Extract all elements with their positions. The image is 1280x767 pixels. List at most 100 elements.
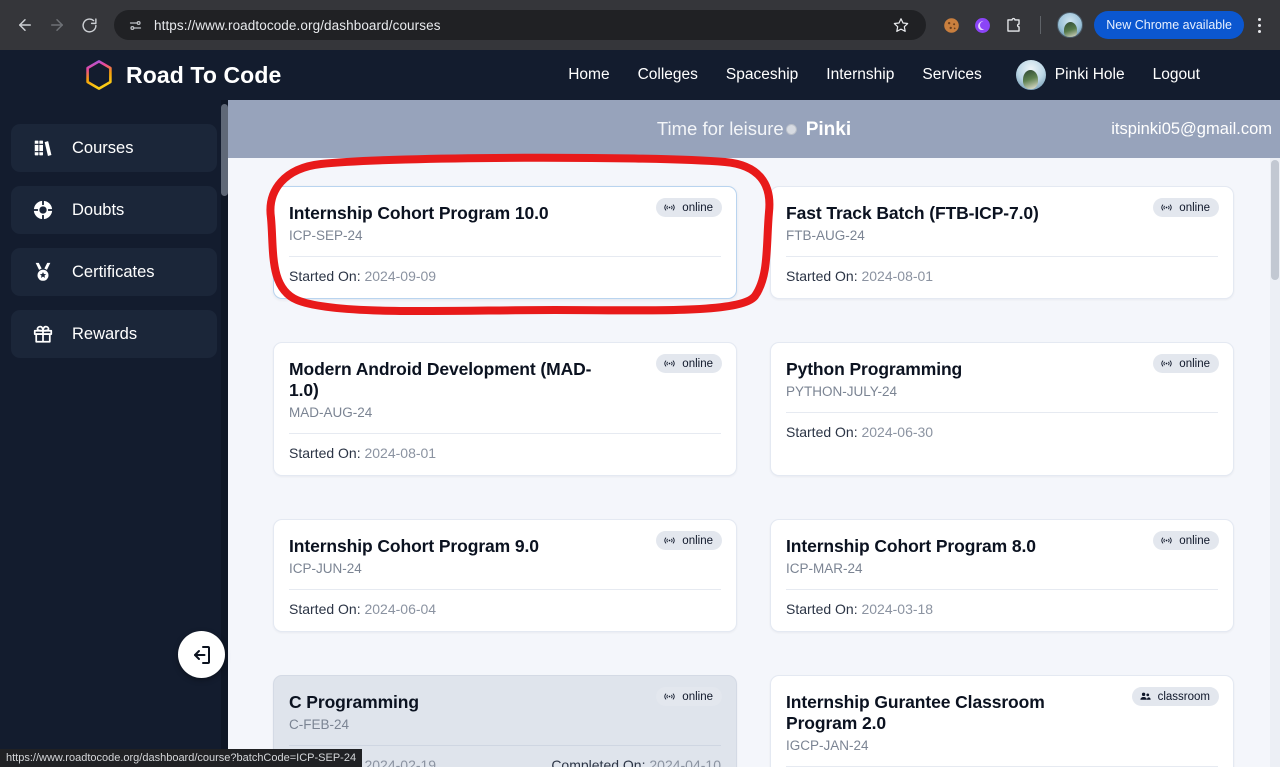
chrome-menu-icon[interactable] bbox=[1248, 11, 1270, 39]
course-started-on: Started On: 2024-08-01 bbox=[289, 445, 437, 461]
course-batch-code: ICP-SEP-24 bbox=[289, 228, 363, 243]
course-batch-code: MAD-AUG-24 bbox=[289, 405, 373, 420]
course-status-label: online bbox=[682, 201, 713, 214]
user-profile-chip[interactable]: Pinki Hole bbox=[1015, 60, 1125, 90]
course-card[interactable]: online Internship Cohort Program 8.0 ICP-M… bbox=[770, 519, 1234, 632]
main-navigation: Home Colleges Spaceship Internship Servi… bbox=[568, 60, 1200, 90]
courses-scroll-area: online Internship Cohort Program 10.0 ICP-… bbox=[228, 158, 1280, 767]
course-started-on-value: 2024-09-09 bbox=[364, 268, 437, 284]
sidebar-item-courses[interactable]: Courses bbox=[11, 124, 217, 172]
course-meta-row: Started On: 2024-08-01 bbox=[786, 257, 1218, 284]
hexagon-logo-icon bbox=[84, 59, 114, 91]
nav-item-spaceship[interactable]: Spaceship bbox=[726, 66, 798, 84]
course-card[interactable]: online Fast Track Batch (FTB-ICP-7.0) FTB-… bbox=[770, 186, 1234, 299]
people-group-icon bbox=[1139, 690, 1152, 703]
site-settings-icon[interactable] bbox=[126, 16, 144, 34]
bookmark-star-icon[interactable] bbox=[888, 12, 914, 38]
sidebar-item-label: Certificates bbox=[72, 262, 155, 281]
broadcast-icon bbox=[663, 357, 676, 370]
course-batch-code: PYTHON-JULY-24 bbox=[786, 384, 898, 399]
nav-item-internship[interactable]: Internship bbox=[826, 66, 894, 84]
chrome-update-button[interactable]: New Chrome available bbox=[1094, 11, 1244, 39]
brand-logo-link[interactable]: Road To Code bbox=[84, 59, 281, 91]
address-bar[interactable]: https://www.roadtocode.org/dashboard/cou… bbox=[114, 10, 927, 40]
course-status-badge: online bbox=[656, 531, 722, 550]
content-scrollbar[interactable] bbox=[1270, 158, 1280, 767]
sidebar-item-rewards[interactable]: Rewards bbox=[11, 310, 217, 358]
broadcast-icon bbox=[663, 690, 676, 703]
course-meta-row: Started On: 2024-09-09 bbox=[289, 257, 721, 284]
course-card[interactable]: online Internship Cohort Program 10.0 ICP-… bbox=[273, 186, 737, 299]
course-status-badge: online bbox=[1153, 198, 1219, 217]
sidebar-scrollbar[interactable] bbox=[221, 100, 228, 767]
broadcast-icon bbox=[1160, 201, 1173, 214]
sidebar-item-label: Courses bbox=[72, 138, 134, 157]
broadcast-icon bbox=[1160, 357, 1173, 370]
chrome-profile-avatar[interactable] bbox=[1057, 12, 1084, 38]
course-started-on: Started On: 2024-06-30 bbox=[786, 424, 934, 440]
collapse-sidebar-button[interactable] bbox=[178, 631, 225, 678]
course-status-badge: online bbox=[1153, 354, 1219, 373]
browser-status-tooltip: https://www.roadtocode.org/dashboard/cou… bbox=[0, 749, 363, 767]
content-scrollbar-thumb[interactable] bbox=[1271, 160, 1279, 280]
course-card[interactable]: online Modern Android Development (MAD-1.… bbox=[273, 342, 737, 476]
gift-icon bbox=[31, 322, 55, 346]
course-status-label: classroom bbox=[1157, 690, 1210, 703]
brand-name: Road To Code bbox=[126, 61, 282, 88]
nav-item-colleges[interactable]: Colleges bbox=[638, 66, 698, 84]
course-started-on-value: 2024-06-04 bbox=[364, 601, 437, 617]
course-started-on-value: 2024-08-01 bbox=[364, 445, 437, 461]
course-status-label: online bbox=[1179, 357, 1210, 370]
broadcast-icon bbox=[663, 201, 676, 214]
nav-item-services[interactable]: Services bbox=[922, 66, 981, 84]
medal-icon bbox=[31, 260, 55, 284]
course-completed-on-value: 2024-04-10 bbox=[649, 757, 721, 767]
browser-extension-icons bbox=[940, 12, 1084, 38]
browser-reload-button[interactable] bbox=[74, 10, 104, 40]
sidebar-item-certificates[interactable]: Certificates bbox=[11, 248, 217, 296]
sidebar-scrollbar-thumb[interactable] bbox=[221, 104, 228, 196]
greeting-user-name: Pinki bbox=[805, 118, 852, 140]
course-status-label: online bbox=[682, 357, 713, 370]
logout-link[interactable]: Logout bbox=[1153, 66, 1200, 84]
broadcast-icon bbox=[663, 534, 676, 547]
course-meta-row: Started On: 2024-06-30 bbox=[786, 413, 1218, 440]
course-status-badge: online bbox=[1153, 531, 1219, 550]
course-status-label: online bbox=[682, 534, 713, 547]
course-status-badge: online bbox=[656, 198, 722, 217]
course-meta-row: Started On: 2024-06-04 bbox=[289, 590, 721, 617]
course-meta-row: Started On: 2024-08-01 bbox=[289, 434, 721, 461]
browser-back-button[interactable] bbox=[10, 10, 40, 40]
course-batch-code: FTB-AUG-24 bbox=[786, 228, 865, 243]
course-status-badge: online bbox=[656, 354, 722, 373]
course-card[interactable]: online Python Programming PYTHON-JULY-24 St… bbox=[770, 342, 1234, 476]
course-card[interactable]: classroom Internship Gurantee Classroom P… bbox=[770, 675, 1234, 767]
broadcast-icon bbox=[1160, 534, 1173, 547]
course-started-on-value: 2024-08-01 bbox=[861, 268, 934, 284]
emoji-placeholder-icon bbox=[785, 123, 797, 135]
course-status-badge: online bbox=[656, 687, 722, 706]
purple-extension-icon[interactable] bbox=[971, 14, 993, 36]
course-card[interactable]: online Internship Cohort Program 9.0 ICP-J… bbox=[273, 519, 737, 632]
course-status-badge: classroom bbox=[1131, 687, 1219, 706]
cookie-extension-icon[interactable] bbox=[940, 14, 962, 36]
course-status-label: online bbox=[682, 690, 713, 703]
greeting-block: Time for leisure Pinki bbox=[657, 118, 851, 141]
course-batch-code: ICP-MAR-24 bbox=[786, 561, 863, 576]
user-name: Pinki Hole bbox=[1054, 66, 1125, 83]
sidebar-item-label: Rewards bbox=[72, 324, 138, 343]
course-batch-code: IGCP-JAN-24 bbox=[786, 738, 869, 753]
extensions-puzzle-icon[interactable] bbox=[1002, 14, 1024, 36]
course-started-on: Started On: 2024-09-09 bbox=[289, 268, 437, 284]
greeting-text: Time for leisure bbox=[656, 117, 784, 139]
toolbar-divider bbox=[1040, 16, 1042, 34]
dashboard-subheader: Time for leisure Pinki itspinki05@gmail.… bbox=[228, 100, 1280, 158]
sidebar-item-doubts[interactable]: Doubts bbox=[11, 186, 217, 234]
course-completed-on: Completed On: 2024-04-10 bbox=[551, 757, 721, 767]
address-bar-url: https://www.roadtocode.org/dashboard/cou… bbox=[154, 17, 441, 33]
course-started-on: Started On: 2024-06-04 bbox=[289, 601, 437, 617]
nav-item-home[interactable]: Home bbox=[568, 66, 609, 84]
lifering-icon bbox=[31, 198, 55, 222]
browser-forward-button[interactable] bbox=[42, 10, 72, 40]
course-status-label: online bbox=[1179, 201, 1210, 214]
